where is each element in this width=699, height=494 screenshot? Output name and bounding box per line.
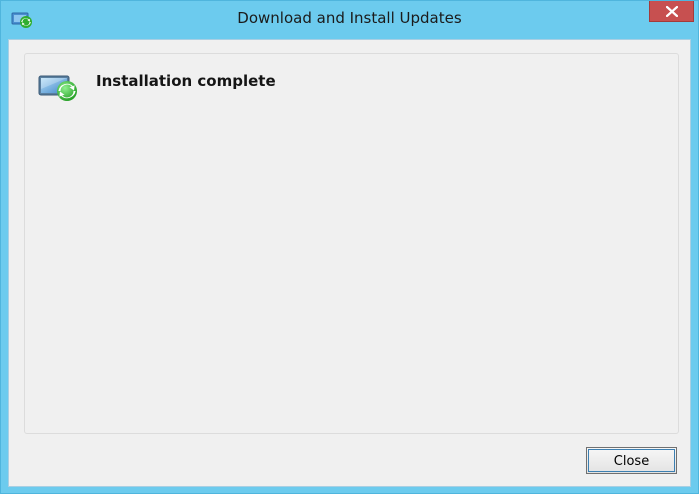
status-panel: Installation complete [24, 53, 679, 434]
window-title: Download and Install Updates [237, 9, 462, 27]
update-dialog-window: Download and Install Updates Installatio… [0, 0, 699, 494]
close-icon [664, 2, 679, 21]
installation-status-text: Installation complete [96, 72, 276, 90]
window-close-button[interactable] [649, 1, 694, 22]
title-bar[interactable]: Download and Install Updates [1, 1, 698, 39]
windows-update-icon [38, 71, 80, 103]
close-button[interactable]: Close [586, 447, 677, 474]
dialog-content: Installation complete Close [8, 39, 691, 487]
